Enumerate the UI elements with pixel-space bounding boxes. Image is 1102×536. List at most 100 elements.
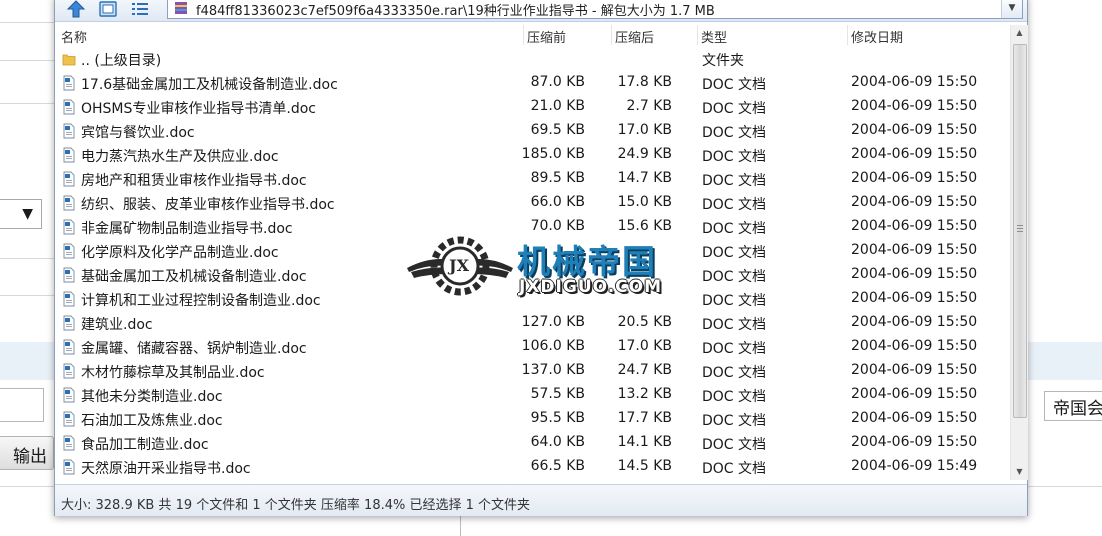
file-name: 计算机和工业过程控制设备制造业.doc xyxy=(81,293,321,309)
file-packed-size: 95.5 KB xyxy=(530,410,585,426)
rar-archive-icon xyxy=(175,2,187,14)
chevron-down-icon[interactable]: ▼ xyxy=(1001,0,1022,18)
bg-divider-5 xyxy=(0,295,54,296)
scroll-up-icon[interactable]: ▲ xyxy=(1011,25,1028,41)
file-packed-size: 87.0 KB xyxy=(530,74,585,90)
file-type: DOC 文档 xyxy=(702,269,767,285)
file-compressed-size: 24.7 KB xyxy=(617,362,672,378)
list-item[interactable]: 金属罐、储藏容器、锅炉制造业.doc 106.0 KB 17.0 KB DOC 文档 2… xyxy=(55,335,1011,359)
file-type: DOC 文档 xyxy=(702,245,767,261)
file-compressed-size: 17.7 KB xyxy=(617,410,672,426)
file-name: 非金属矿物制品制造业指导书.doc xyxy=(81,221,293,237)
grip-line xyxy=(1017,228,1023,229)
col-separator xyxy=(523,25,524,45)
list-item[interactable]: 其他未分类制造业.doc 57.5 KB 13.2 KB DOC 文档 2004-06-… xyxy=(55,383,1011,407)
list-item[interactable]: 木材竹藤棕草及其制品业.doc 137.0 KB 24.7 KB DOC 文档 2004… xyxy=(55,359,1011,383)
file-modified: 2004-06-09 15:50 xyxy=(851,170,978,186)
col-type[interactable]: 类型 xyxy=(701,27,727,46)
file-modified: 2004-06-09 15:50 xyxy=(851,386,978,402)
file-type: DOC 文档 xyxy=(702,125,767,141)
file-type: DOC 文档 xyxy=(702,413,767,429)
doc-file-icon xyxy=(63,171,75,187)
file-packed-size: 89.5 KB xyxy=(530,170,585,186)
file-packed-size: 127.0 KB xyxy=(521,314,585,330)
view-icon[interactable] xyxy=(97,0,119,19)
bg-text-input[interactable] xyxy=(0,388,44,422)
file-compressed-size: 17.0 KB xyxy=(617,338,672,354)
doc-file-icon xyxy=(63,339,75,355)
file-modified: 2004-06-09 15:50 xyxy=(851,218,978,234)
file-name: 其他未分类制造业.doc xyxy=(81,389,223,405)
column-header: 名称 压缩前 压缩后 类型 修改日期 xyxy=(55,25,1011,46)
bg-divider-1 xyxy=(0,22,54,23)
list-item[interactable]: 电力蒸汽热水生产及供应业.doc 185.0 KB 24.9 KB DOC 文档 200… xyxy=(55,143,1011,167)
col-name[interactable]: 名称 xyxy=(61,27,87,46)
file-modified: 2004-06-09 15:50 xyxy=(851,146,978,162)
file-type: DOC 文档 xyxy=(702,197,767,213)
file-modified: 2004-06-09 15:50 xyxy=(851,434,978,450)
bg-divider-3 xyxy=(0,103,54,104)
file-name: 石油加工及炼焦业.doc xyxy=(81,413,223,429)
col-compressed[interactable]: 压缩后 xyxy=(615,27,654,46)
list-item[interactable]: 食品加工制造业.doc 64.0 KB 14.1 KB DOC 文档 2004-06-0… xyxy=(55,431,1011,455)
scrollbar[interactable]: ▲ ▼ xyxy=(1010,25,1028,480)
list-item[interactable]: 房地产和租赁业审核作业指导书.doc 89.5 KB 14.7 KB DOC 文档 20… xyxy=(55,167,1011,191)
doc-file-icon xyxy=(63,363,75,379)
list-item-parent[interactable]: .. (上级目录) 文件夹 xyxy=(55,47,1011,71)
file-compressed-size: 14.5 KB xyxy=(617,458,672,474)
file-compressed-size: 14.7 KB xyxy=(617,170,672,186)
file-name: 宾馆与餐饮业.doc xyxy=(81,125,195,141)
list-item[interactable]: 石油加工及炼焦业.doc 95.5 KB 17.7 KB DOC 文档 2004-06-… xyxy=(55,407,1011,431)
col-modified[interactable]: 修改日期 xyxy=(851,27,903,46)
file-packed-size: 70.0 KB xyxy=(530,218,585,234)
file-modified: 2004-06-09 15:50 xyxy=(851,290,978,306)
file-name: .. (上级目录) xyxy=(81,53,162,69)
list-item[interactable]: 纺织、服装、皮革业审核作业指导书.doc 66.0 KB 15.0 KB DOC 文档… xyxy=(55,191,1011,215)
file-type: DOC 文档 xyxy=(702,293,767,309)
file-packed-size: 106.0 KB xyxy=(521,338,585,354)
file-packed-size: 69.5 KB xyxy=(530,122,585,138)
file-modified: 2004-06-09 15:50 xyxy=(851,122,978,138)
file-modified: 2004-06-09 15:50 xyxy=(851,410,978,426)
path-bar[interactable]: f484ff81336023c7ef509f6a4333350e.rar\19种… xyxy=(167,0,1023,19)
watermark-subtitle: JXDIGUO.COM xyxy=(519,277,663,297)
file-compressed-size: 24.9 KB xyxy=(617,146,672,162)
bg-right-field[interactable]: 帝国会 xyxy=(1044,391,1102,421)
file-type: DOC 文档 xyxy=(702,101,767,117)
col-packed[interactable]: 压缩前 xyxy=(527,27,566,46)
file-name: 化学原料及化学产品制造业.doc xyxy=(81,245,279,261)
file-name: 17.6基础金属加工及机械设备制造业.doc xyxy=(81,77,338,93)
doc-file-icon xyxy=(63,219,75,235)
export-button[interactable]: 输出 xyxy=(0,436,54,470)
bg-dropdown[interactable]: ▼ xyxy=(0,199,42,229)
file-packed-size: 21.0 KB xyxy=(530,98,585,114)
list-item[interactable]: 天然原油开采业指导书.doc 66.5 KB 14.5 KB DOC 文档 2004-0… xyxy=(55,455,1011,479)
folder-icon xyxy=(62,54,76,66)
scroll-down-icon[interactable]: ▼ xyxy=(1011,464,1028,480)
file-type: DOC 文档 xyxy=(702,461,767,477)
watermark-title: 机械帝国 xyxy=(517,242,657,281)
file-name: 食品加工制造业.doc xyxy=(81,437,209,453)
doc-file-icon xyxy=(63,411,75,427)
watermark: JX 机械帝国 JXDIGUO.COM xyxy=(405,234,705,300)
file-packed-size: 66.0 KB xyxy=(530,194,585,210)
up-arrow-icon[interactable] xyxy=(65,0,87,19)
col-separator xyxy=(697,25,698,45)
grip-line xyxy=(1017,231,1023,232)
file-packed-size: 185.0 KB xyxy=(521,146,585,162)
file-type: DOC 文档 xyxy=(702,173,767,189)
list-item[interactable]: 宾馆与餐饮业.doc 69.5 KB 17.0 KB DOC 文档 2004-06-09… xyxy=(55,119,1011,143)
file-compressed-size: 13.2 KB xyxy=(617,386,672,402)
file-modified: 2004-06-09 15:50 xyxy=(851,314,978,330)
list-item[interactable]: 建筑业.doc 127.0 KB 20.5 KB DOC 文档 2004-06-09 1… xyxy=(55,311,1011,335)
file-modified: 2004-06-09 15:50 xyxy=(851,266,978,282)
file-type: DOC 文档 xyxy=(702,221,767,237)
list-view-icon[interactable] xyxy=(129,0,151,19)
bg-vertical-rule xyxy=(460,514,461,536)
file-name: 基础金属加工及机械设备制造业.doc xyxy=(81,269,307,285)
scroll-thumb[interactable] xyxy=(1013,44,1027,418)
file-packed-size: 137.0 KB xyxy=(521,362,585,378)
doc-file-icon xyxy=(63,243,75,259)
list-item[interactable]: 17.6基础金属加工及机械设备制造业.doc 87.0 KB 17.8 KB DOC … xyxy=(55,71,1011,95)
list-item[interactable]: OHSMS专业审核作业指导书清单.doc 21.0 KB 2.7 KB DOC 文档 2… xyxy=(55,95,1011,119)
